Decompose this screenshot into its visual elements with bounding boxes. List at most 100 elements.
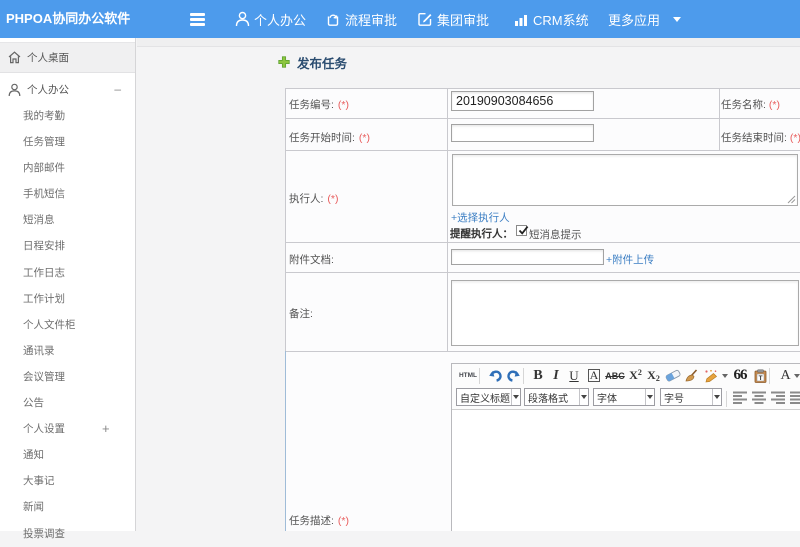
- align-left-icon[interactable]: [733, 391, 747, 404]
- caret-down-icon: [673, 16, 682, 22]
- page-title: 发布任务: [278, 55, 347, 71]
- required-mark: (*): [337, 515, 350, 527]
- sms-checkbox[interactable]: [516, 225, 529, 236]
- redo-icon: [506, 370, 520, 382]
- select-arrow-icon[interactable]: [511, 389, 520, 405]
- editor-fontsize-select[interactable]: 字号: [660, 388, 722, 406]
- magic-pen-icon: [704, 369, 717, 382]
- sidebar-item-announcement[interactable]: 公告: [0, 390, 135, 416]
- content-top-strip: [137, 38, 800, 47]
- sms-checkbox-label: 短消息提示: [529, 228, 582, 241]
- remind-label: 提醒执行人：: [450, 228, 513, 240]
- sidebar-item-file-cabinet[interactable]: 个人文件柜: [0, 312, 135, 338]
- collapse-icon[interactable]: –: [114, 82, 121, 96]
- nav-process-approval[interactable]: 流程审批: [325, 0, 397, 38]
- menu-toggle-icon[interactable]: [190, 13, 205, 26]
- required-mark: (*): [358, 132, 371, 144]
- note-label: 备注:: [289, 308, 313, 320]
- sidebar-item-attendance[interactable]: 我的考勤: [0, 103, 135, 129]
- select-arrow-icon[interactable]: [645, 389, 654, 405]
- editor-redo-button[interactable]: [505, 365, 522, 386]
- editor-heading-select[interactable]: 自定义标题: [456, 388, 521, 406]
- expand-icon[interactable]: +: [102, 416, 110, 442]
- broom-icon: [685, 368, 698, 381]
- editor-forecolor-button[interactable]: A: [586, 365, 602, 386]
- sidebar-item-personal-settings[interactable]: 个人设置 +: [0, 416, 135, 442]
- task-number-label: 任务编号: (*): [289, 99, 350, 111]
- editor-toolbar: HTML B I U A ABC X 2 X 2 66 T A 自定义标题 段落…: [452, 364, 800, 410]
- editor-quickformat-button[interactable]: [702, 365, 728, 386]
- choose-executor-link[interactable]: +选择执行人: [451, 210, 510, 225]
- editor-formatbrush-button[interactable]: [683, 365, 700, 386]
- top-navbar: PHPOA协同办公软件 个人办公 流程审批 集团审批 CRM系统 更多应用: [0, 0, 800, 38]
- editor-eraser-button[interactable]: [664, 365, 681, 386]
- editor-superscript-button[interactable]: X2: [628, 365, 643, 386]
- undo-icon: [488, 370, 502, 382]
- app-logo: PHPOA协同办公软件: [6, 11, 131, 26]
- attachment-input[interactable]: [451, 249, 604, 265]
- editor-fontname-select[interactable]: 字体: [593, 388, 655, 406]
- sidebar-item-short-message[interactable]: 短消息: [0, 207, 135, 233]
- attachment-label: 附件文档:: [289, 254, 334, 266]
- select-arrow-icon[interactable]: [712, 389, 721, 405]
- sidebar-item-work-plan[interactable]: 工作计划: [0, 286, 135, 312]
- editor-blockquote-button[interactable]: 66: [731, 365, 749, 386]
- executor-label: 执行人: (*): [289, 193, 339, 205]
- sidebar-item-events[interactable]: 大事记: [0, 468, 135, 494]
- user-icon: [235, 11, 250, 27]
- paste-icon: T: [754, 369, 766, 383]
- attachment-upload-link[interactable]: +附件上传: [606, 252, 654, 267]
- editor-bold-button[interactable]: B: [530, 365, 546, 386]
- sidebar-item-news[interactable]: 新闻: [0, 494, 135, 520]
- svg-text:T: T: [758, 375, 762, 382]
- editor-subscript-button[interactable]: X2: [646, 365, 661, 386]
- nav-group-approval[interactable]: 集团审批: [417, 0, 489, 38]
- sidebar-submenu: 我的考勤 任务管理 内部邮件 手机短信 短消息 日程安排 工作日志 工作计划 个…: [0, 103, 135, 547]
- editor-html-button[interactable]: HTML: [458, 365, 478, 386]
- task-name-label: 任务名称: (*): [721, 99, 781, 111]
- note-textarea[interactable]: [451, 280, 799, 346]
- task-form-table: 任务编号:(*) 任务名称:(*) 任务开始时间:(*) 任务结束时间:(*) …: [285, 88, 800, 531]
- description-label: 任务描述: (*): [289, 515, 350, 527]
- required-mark: (*): [337, 99, 350, 111]
- task-number-input[interactable]: [451, 91, 594, 111]
- start-time-input[interactable]: [451, 124, 594, 142]
- editor-fontcolor-button[interactable]: A: [777, 365, 800, 386]
- editor-content-area[interactable]: [452, 411, 800, 531]
- executor-textarea[interactable]: [452, 154, 798, 206]
- sidebar-item-sms[interactable]: 手机短信: [0, 181, 135, 207]
- eraser-icon: [665, 369, 680, 382]
- nav-crm[interactable]: CRM系统: [514, 0, 589, 38]
- main-content: 发布任务 任务编号:(*) 任务名称:(*) 任务开始时间:(*) 任务结束时间…: [137, 38, 800, 531]
- resize-grip-icon[interactable]: [787, 195, 796, 204]
- sidebar-item-contacts[interactable]: 通讯录: [0, 338, 135, 364]
- nav-personal-office[interactable]: 个人办公: [235, 0, 306, 38]
- sidebar-section-personal-office[interactable]: 个人办公 –: [0, 74, 135, 105]
- caret-down-icon: [721, 373, 728, 378]
- sidebar-item-internal-mail[interactable]: 内部邮件: [0, 155, 135, 181]
- home-icon: [8, 51, 21, 64]
- nav-more-apps[interactable]: 更多应用: [608, 0, 682, 38]
- align-right-icon[interactable]: [771, 391, 785, 404]
- editor-strikethrough-button[interactable]: ABC: [605, 365, 625, 386]
- edit-square-icon: [418, 13, 432, 26]
- sidebar-item-work-log[interactable]: 工作日志: [0, 260, 135, 286]
- sidebar-item-meeting[interactable]: 会议管理: [0, 364, 135, 390]
- editor-undo-button[interactable]: [486, 365, 503, 386]
- align-justify-icon[interactable]: [790, 391, 800, 404]
- editor-underline-button[interactable]: U: [567, 365, 581, 386]
- editor-paragraph-select[interactable]: 段落格式: [524, 388, 589, 406]
- sidebar-item-desktop[interactable]: 个人桌面: [0, 42, 135, 73]
- editor-paste-text-button[interactable]: T: [752, 365, 768, 386]
- select-arrow-icon[interactable]: [579, 389, 588, 405]
- editor-italic-button[interactable]: I: [550, 365, 562, 386]
- start-time-label: 任务开始时间: (*): [289, 132, 371, 144]
- caret-down-icon: [793, 373, 800, 378]
- required-mark: (*): [789, 132, 800, 144]
- align-center-icon[interactable]: [752, 391, 766, 404]
- sidebar-item-schedule[interactable]: 日程安排: [0, 233, 135, 259]
- sidebar-item-notice[interactable]: 通知: [0, 442, 135, 468]
- sidebar-item-task-management[interactable]: 任务管理: [0, 129, 135, 155]
- sidebar-item-vote[interactable]: 投票调查: [0, 521, 135, 547]
- sidebar: 个人桌面 个人办公 – 我的考勤 任务管理 内部邮件 手机短信 短消息 日程安排…: [0, 38, 136, 540]
